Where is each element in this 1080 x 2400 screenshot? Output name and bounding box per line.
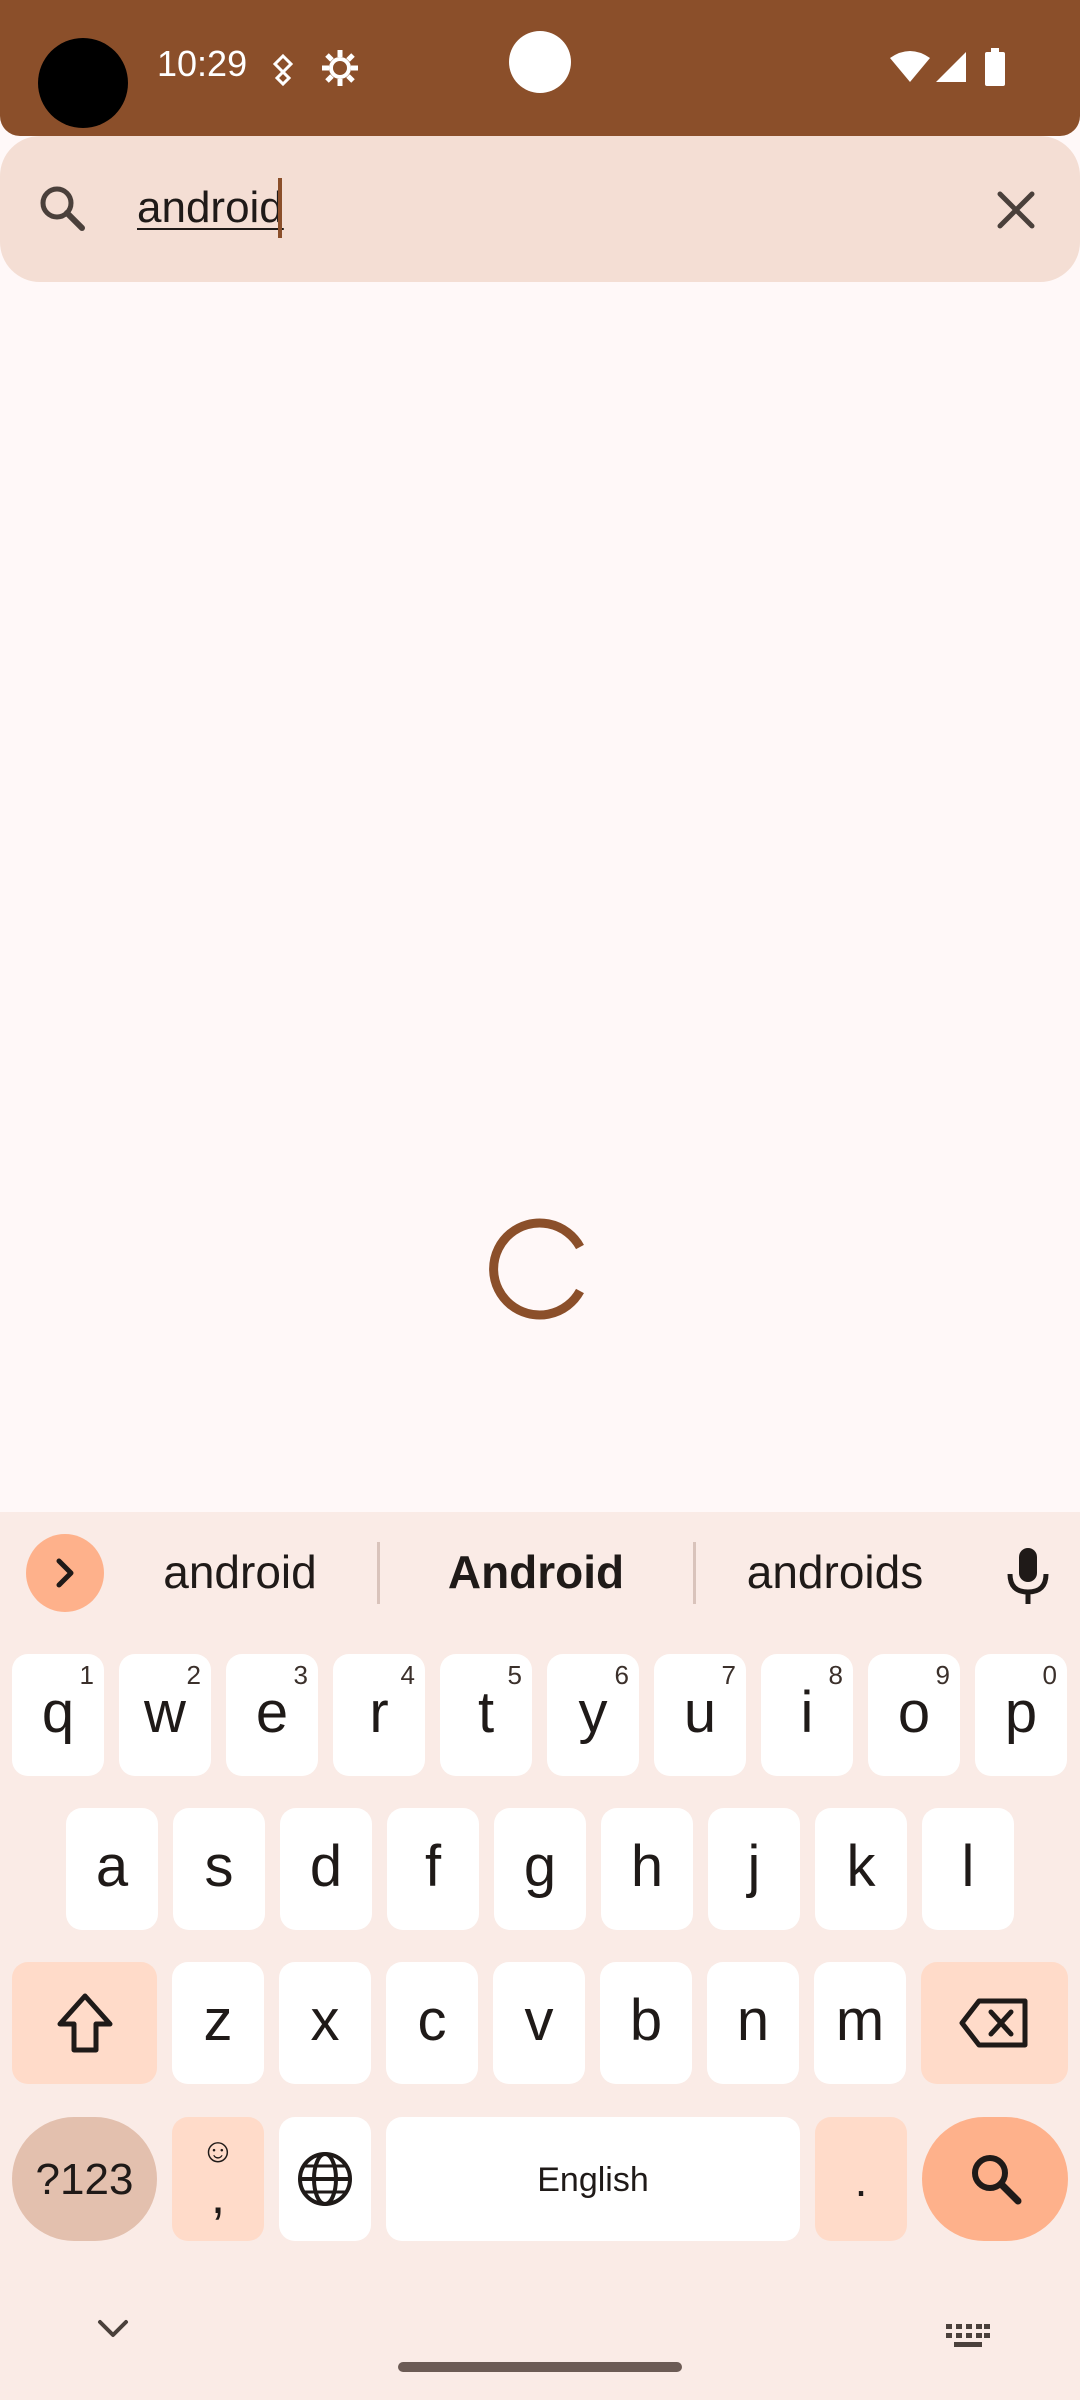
key-h[interactable]: h [601,1808,693,1930]
key-j[interactable]: j [708,1808,800,1930]
microphone-icon[interactable] [1004,1546,1052,1611]
key-number-hint: 2 [186,1660,201,1690]
key-o[interactable]: o9 [868,1654,960,1776]
suggestion-divider [377,1542,380,1604]
key-f[interactable]: f [387,1808,479,1930]
key-number-hint: 3 [293,1660,308,1690]
toolbar-expand-button[interactable] [26,1534,104,1612]
period-label: . [854,2154,868,2206]
backspace-icon [959,1998,1028,2048]
key-d[interactable]: d [280,1808,372,1930]
key-label: c [417,1988,447,2053]
soft-keyboard: android Android androids [0,1512,1080,2400]
search-icon[interactable] [36,182,88,239]
key-k[interactable]: k [815,1808,907,1930]
key-label: a [95,1834,129,1899]
key-number-hint: 4 [400,1660,415,1690]
globe-icon [298,2152,352,2206]
comma-label: , [210,2167,226,2225]
suggestion-strip: android Android androids [0,1512,1080,1632]
key-s[interactable]: s [173,1808,265,1930]
key-y[interactable]: y6 [547,1654,639,1776]
settings-gear-icon [320,48,360,88]
key-u[interactable]: u7 [654,1654,746,1776]
fitness-icon [268,52,298,86]
key-number-hint: 1 [79,1660,94,1690]
emoji-comma-key[interactable]: ☺ , [172,2117,264,2241]
key-r[interactable]: r4 [333,1654,425,1776]
key-x[interactable]: x [279,1962,371,2084]
key-c[interactable]: c [386,1962,478,2084]
key-i[interactable]: i8 [761,1654,853,1776]
front-camera [509,31,571,93]
wifi-icon [888,50,932,84]
key-label: x [310,1988,340,2053]
key-number-hint: 5 [507,1660,522,1690]
search-icon [972,2155,1022,2205]
key-n[interactable]: n [707,1962,799,2084]
key-number-hint: 0 [1042,1660,1057,1690]
status-time: 10:29 [157,43,248,84]
key-m[interactable]: m [814,1962,906,2084]
key-label: l [961,1834,975,1899]
key-w[interactable]: w2 [119,1654,211,1776]
space-key[interactable]: English [386,2117,800,2241]
key-label: j [747,1834,761,1899]
key-number-hint: 8 [828,1660,843,1690]
search-input[interactable]: android [137,180,284,236]
key-g[interactable]: g [494,1808,586,1930]
key-p[interactable]: p0 [975,1654,1067,1776]
suggestion-1[interactable]: android [120,1542,360,1602]
backspace-key[interactable] [921,1962,1068,2084]
key-t[interactable]: t5 [440,1654,532,1776]
key-l[interactable]: l [922,1808,1014,1930]
chevron-down-icon[interactable] [96,2318,130,2345]
symbols-key[interactable]: ?123 [12,2117,157,2241]
search-bar: android [0,136,1080,282]
battery-icon [984,48,1006,86]
suggestion-3[interactable]: androids [710,1542,960,1602]
symbols-key-label: ?123 [35,2155,134,2204]
space-key-label: English [537,2161,649,2199]
key-b[interactable]: b [600,1962,692,2084]
search-action-key[interactable] [922,2117,1068,2241]
status-bar: 10:29 [0,0,1080,136]
chevron-right-icon [56,1558,74,1588]
notification-avatar [38,38,128,128]
key-label: h [630,1834,664,1899]
key-number-hint: 6 [614,1660,629,1690]
text-cursor [278,178,282,238]
shift-icon [57,1993,113,2053]
key-label: k [846,1834,876,1899]
key-e[interactable]: e3 [226,1654,318,1776]
key-number-hint: 7 [721,1660,736,1690]
key-label: b [629,1988,663,2053]
key-label: s [204,1834,234,1899]
key-number-hint: 9 [935,1660,950,1690]
key-z[interactable]: z [172,1962,264,2084]
key-label: d [309,1834,343,1899]
suggestion-divider [693,1542,696,1604]
key-label: m [835,1988,885,2053]
close-icon[interactable] [992,186,1040,239]
cell-signal-icon [934,50,968,84]
key-q[interactable]: q1 [12,1654,104,1776]
key-a[interactable]: a [66,1808,158,1930]
key-label: z [203,1988,233,2053]
home-indicator[interactable] [398,2362,682,2372]
language-key[interactable] [279,2117,371,2241]
key-label: g [523,1834,557,1899]
keyboard-icon[interactable] [946,2324,990,2353]
key-label: n [736,1988,770,2053]
key-label: v [524,1988,554,2053]
progress-spinner [484,1213,596,1330]
shift-key[interactable] [12,1962,157,2084]
key-v[interactable]: v [493,1962,585,2084]
key-label: f [424,1834,442,1899]
suggestion-2[interactable]: Android [400,1542,672,1602]
period-key[interactable]: . [815,2117,907,2241]
